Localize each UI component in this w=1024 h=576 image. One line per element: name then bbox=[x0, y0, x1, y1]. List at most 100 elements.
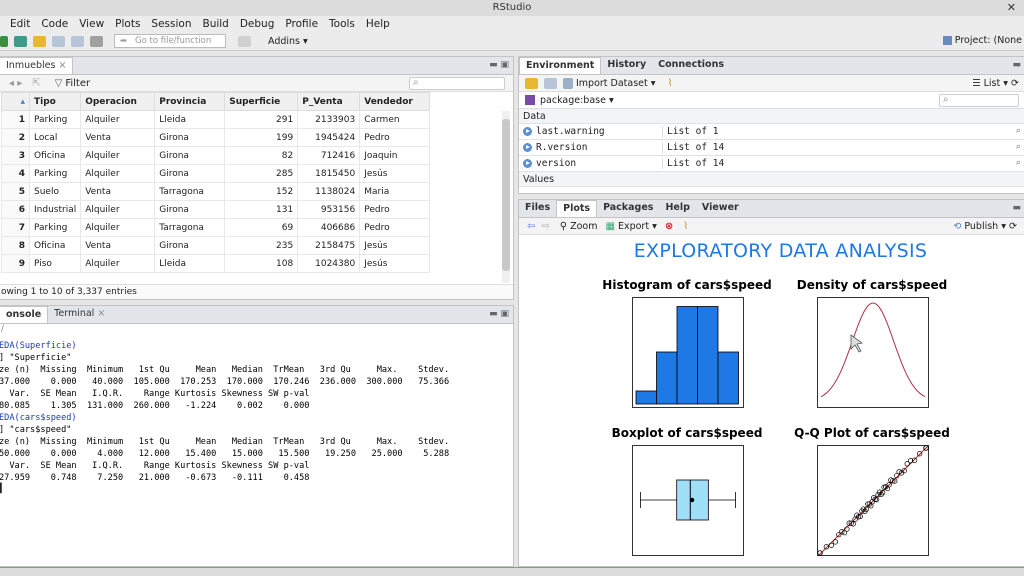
publish-button[interactable]: ⟲ Publish ▾ ⟳ bbox=[953, 221, 1017, 232]
goto-file-input[interactable]: Go to file/function bbox=[114, 34, 226, 48]
environment-search-input[interactable]: ⌕ bbox=[939, 94, 1019, 107]
environment-row[interactable]: last.warning List of 1 ⌕ bbox=[519, 124, 1024, 140]
pane-minmax-icon[interactable]: ▬ ▣ bbox=[489, 60, 509, 70]
editor-pane: Inmuebles × ▬ ▣ ◂ ▸ ⇱ ▽ Filter ⌕ ▴ Tipo … bbox=[0, 56, 514, 300]
pane-minmax-icon[interactable]: ▬ ▣ bbox=[489, 309, 509, 319]
console-output[interactable]: EDA(Superficie)] "Superficie" ze (n) Miss… bbox=[0, 338, 513, 484]
list-view-button[interactable]: ☰ List ▾ ⟳ bbox=[972, 78, 1019, 89]
table-cell: Joaquin bbox=[359, 146, 431, 165]
tab-history[interactable]: History bbox=[601, 57, 652, 74]
table-row[interactable]: 6 Industrial Alquiler Girona 131 953156 Pedro bbox=[1, 200, 431, 219]
console-line: ze (n) Missing Minimum 1st Qu Mean Media… bbox=[0, 365, 450, 375]
column-header[interactable]: Vendedor bbox=[359, 92, 431, 111]
env-value: List of 14 bbox=[662, 142, 1015, 153]
column-header[interactable]: Operacion bbox=[80, 92, 156, 111]
column-header[interactable]: Provincia bbox=[154, 92, 226, 111]
print-icon[interactable] bbox=[90, 35, 103, 47]
table-row[interactable]: 4 Parking Alquiler Girona 285 1815450 Jesús bbox=[1, 164, 431, 183]
tab-files[interactable]: Files bbox=[519, 200, 556, 217]
menu-debug[interactable]: Debug bbox=[240, 16, 275, 32]
search-icon: ⌕ bbox=[413, 77, 419, 88]
table-row[interactable]: 7 Parking Alquiler Tarragona 69 406686 Pedro bbox=[1, 218, 431, 237]
table-cell: Venta bbox=[80, 128, 156, 147]
close-icon[interactable]: ✕ bbox=[1007, 0, 1016, 16]
previous-plot-icon[interactable]: ⇦ bbox=[527, 221, 535, 232]
column-header[interactable]: Superficie bbox=[224, 92, 299, 111]
menu-profile[interactable]: Profile bbox=[285, 16, 318, 32]
scope-selector[interactable]: package:base ▾ bbox=[540, 95, 614, 106]
tab-help[interactable]: Help bbox=[659, 200, 695, 217]
environment-row[interactable]: R.version List of 14 ⌕ bbox=[519, 140, 1024, 156]
table-row[interactable]: 9 Piso Alquiler Lleida 108 1024380 Jesús bbox=[1, 254, 431, 273]
row-number-header[interactable]: ▴ bbox=[1, 92, 30, 111]
table-row[interactable]: 2 Local Venta Girona 199 1945424 Pedro bbox=[1, 128, 431, 147]
pane-minmax-icon[interactable]: ▬ bbox=[1012, 60, 1021, 70]
import-dataset-button[interactable]: Import Dataset ▾ bbox=[576, 78, 656, 89]
inspect-icon[interactable]: ⌕ bbox=[1015, 142, 1021, 153]
inspect-icon[interactable]: ⌕ bbox=[1015, 126, 1021, 137]
console-cursor[interactable]: ▌ bbox=[0, 484, 513, 494]
save-all-icon[interactable] bbox=[71, 35, 84, 47]
tab-connections[interactable]: Connections bbox=[652, 57, 730, 74]
addins-menu[interactable]: Addins ▾ bbox=[268, 36, 308, 47]
table-search-input[interactable]: ⌕ bbox=[409, 77, 505, 90]
menu-edit[interactable]: Edit bbox=[10, 16, 30, 32]
tab-close-icon[interactable]: × bbox=[58, 60, 66, 71]
expand-icon[interactable] bbox=[523, 143, 532, 152]
next-plot-icon[interactable]: ⇨ bbox=[541, 221, 549, 232]
tab-environment[interactable]: Environment bbox=[519, 57, 602, 74]
tab-inmuebles[interactable]: Inmuebles × bbox=[0, 57, 74, 74]
remove-plot-icon[interactable]: ⊗ bbox=[665, 221, 673, 232]
menu-help[interactable]: Help bbox=[366, 16, 390, 32]
clear-plots-icon[interactable]: ⌇ bbox=[683, 221, 688, 232]
column-header[interactable]: P_Venta bbox=[297, 92, 361, 111]
save-icon[interactable] bbox=[52, 35, 65, 47]
popout-icon[interactable]: ⇱ bbox=[32, 78, 40, 89]
pane-minmax-icon[interactable]: ▬ bbox=[1012, 203, 1021, 213]
table-cell: Maria bbox=[359, 182, 431, 201]
zoom-button[interactable]: Zoom bbox=[570, 221, 597, 232]
expand-icon[interactable] bbox=[523, 127, 532, 136]
export-button[interactable]: Export ▾ bbox=[618, 221, 657, 232]
environment-row[interactable]: version List of 14 ⌕ bbox=[519, 156, 1024, 172]
zoom-icon[interactable]: ⚲ bbox=[560, 221, 567, 232]
qqplot-chart bbox=[817, 445, 929, 556]
inspect-icon[interactable]: ⌕ bbox=[1015, 158, 1021, 169]
filter-icon[interactable]: ▽ bbox=[55, 78, 63, 89]
table-row[interactable]: 5 Suelo Venta Tarragona 152 1138024 Maria bbox=[1, 182, 431, 201]
open-folder-icon[interactable] bbox=[33, 35, 46, 47]
tab-viewer[interactable]: Viewer bbox=[696, 200, 745, 217]
save-workspace-icon[interactable] bbox=[544, 77, 557, 89]
menu-bar: Edit Code View Plots Session Build Debug… bbox=[0, 16, 1024, 32]
tab-close-icon[interactable]: × bbox=[97, 308, 105, 319]
filter-button[interactable]: Filter bbox=[65, 78, 90, 89]
menu-tools[interactable]: Tools bbox=[329, 16, 355, 32]
menu-view[interactable]: View bbox=[79, 16, 104, 32]
console-tabbar: onsole Terminal × ▬ ▣ bbox=[0, 306, 513, 324]
table-row[interactable]: 8 Oficina Venta Girona 235 2158475 Jesús bbox=[1, 236, 431, 255]
grid-layout-icon[interactable] bbox=[238, 35, 251, 47]
back-icon[interactable]: ◂ ▸ bbox=[9, 78, 22, 89]
broom-icon[interactable]: ⌇ bbox=[668, 78, 673, 89]
new-file-icon[interactable] bbox=[0, 35, 8, 47]
plot-canvas: EXPLORATORY DATA ANALYSIS Histogram of c… bbox=[519, 236, 1024, 566]
project-menu[interactable]: Project: (None bbox=[942, 35, 1022, 46]
menu-plots[interactable]: Plots bbox=[115, 16, 140, 32]
menu-session[interactable]: Session bbox=[151, 16, 191, 32]
menu-code[interactable]: Code bbox=[41, 16, 68, 32]
column-header[interactable]: Tipo bbox=[28, 92, 82, 111]
tab-plots[interactable]: Plots bbox=[556, 200, 598, 217]
new-project-icon[interactable] bbox=[14, 35, 27, 47]
histogram-bar bbox=[635, 390, 657, 405]
expand-icon[interactable] bbox=[523, 159, 532, 168]
table-row[interactable]: 1 Parking Alquiler Lleida 291 2133903 Carmen bbox=[1, 110, 431, 129]
tab-packages[interactable]: Packages bbox=[597, 200, 659, 217]
tab-terminal[interactable]: Terminal × bbox=[48, 306, 111, 323]
table-scrollbar-thumb[interactable] bbox=[502, 119, 510, 271]
menu-build[interactable]: Build bbox=[202, 16, 228, 32]
load-workspace-icon[interactable] bbox=[525, 77, 538, 89]
table-cell: 152 bbox=[224, 182, 299, 201]
table-row[interactable]: 3 Oficina Alquiler Girona 82 712416 Joaquin bbox=[1, 146, 431, 165]
table-scrollbar[interactable] bbox=[502, 111, 510, 283]
tab-console[interactable]: onsole bbox=[0, 306, 49, 323]
